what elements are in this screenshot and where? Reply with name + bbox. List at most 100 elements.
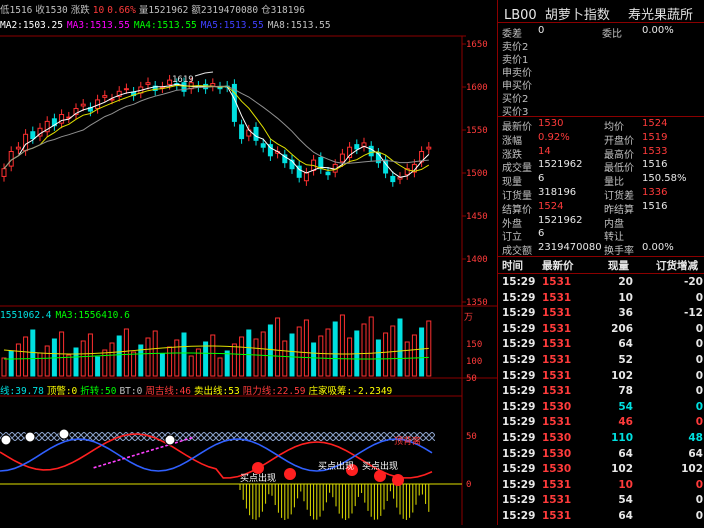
tick-change: 0 [695, 369, 703, 382]
candle-body [167, 79, 173, 85]
volume-bar [23, 336, 29, 377]
volume-bar [339, 314, 345, 377]
tick-header[interactable]: 订货增减 [656, 258, 698, 272]
tick-price: 1531 [542, 354, 572, 366]
instrument-name: 胡萝卜指数 [544, 8, 610, 23]
tick-volume: 64 [618, 447, 633, 460]
candle-body [339, 153, 345, 163]
volume-bar [37, 352, 43, 377]
volume-bar [116, 335, 122, 377]
book-row: 买价2 [502, 90, 528, 105]
quote-label-2: 最低价 [604, 163, 634, 175]
tick-price: 1530 [542, 400, 572, 413]
indicator-axis: 50 0 [466, 432, 477, 490]
tick-time: 15:29 [502, 276, 536, 288]
tick-price: 1531 [542, 510, 572, 522]
volume-bar [347, 337, 353, 377]
buy-signal-label-1: 买点出现 [240, 472, 276, 484]
volume-bar [419, 327, 425, 377]
candlestick-chart[interactable]: 1650 1600 1550 1500 1450 1400 1350 1619 150 100… [0, 0, 497, 525]
candle-body [390, 175, 396, 183]
tick-price: 1531 [542, 369, 572, 382]
candle-body [325, 171, 331, 176]
volume-bar [318, 335, 324, 377]
volume-bar [375, 339, 381, 377]
face-icon [0, 434, 12, 446]
candle-body [80, 103, 86, 107]
candle-body [303, 172, 309, 182]
quote-label-2: 昨结算 [604, 204, 634, 216]
candle-body [426, 146, 432, 150]
quote-value: 2319470080 [538, 242, 602, 254]
face-icon [58, 428, 70, 440]
quote-value-2: 0.00% [642, 242, 674, 254]
tick-row[interactable]: 15:29 1531 64 0 [498, 510, 704, 528]
quote-value-2: 1516 [642, 200, 668, 212]
chart-area[interactable]: 低1516 收1530 涨跌 10 0.66% 量1521962 额2319470080 仓3… [0, 0, 497, 525]
quote-label-2: 最高价 [604, 149, 634, 161]
candle-body [239, 124, 245, 140]
quote-label-2: 换手率 [604, 246, 634, 258]
peak-marker [194, 71, 214, 77]
tick-change: 0 [695, 400, 703, 413]
quote-value: 6 [538, 173, 545, 185]
quote-row: 外盘 1521962 内盘 [502, 215, 624, 230]
tick-header[interactable]: 时间 [502, 258, 523, 272]
tick-volume: 64 [618, 510, 633, 522]
candle-body [23, 133, 29, 152]
volume-bar [109, 342, 115, 377]
volume-bar [15, 343, 21, 377]
volume-bar [131, 351, 137, 377]
candle-body [210, 83, 216, 87]
tick-volume: 46 [618, 416, 633, 429]
volume-bar [217, 357, 223, 377]
tick-volume: 64 [618, 338, 633, 351]
tick-price: 1530 [542, 447, 572, 460]
volume-bar [275, 317, 281, 377]
volume-bar [44, 345, 50, 377]
volume-bar [383, 332, 389, 377]
book-label-2: 委比 [602, 29, 622, 40]
candle-body [354, 144, 360, 150]
exchange-name: 寿光果蔬所 [628, 8, 694, 23]
candle-body [30, 131, 36, 140]
quote-label-2: 开盘价 [604, 135, 634, 147]
quote-value-2: 1524 [642, 118, 668, 129]
quote-value: 318196 [538, 187, 577, 198]
quote-row: 涨幅 0.92% 开盘价 1519 [502, 132, 667, 147]
ma-line-gray [3, 85, 429, 170]
tick-price: 1531 [542, 338, 572, 351]
volume-bar [181, 332, 187, 377]
tick-time: 15:29 [502, 369, 536, 382]
book-row: 申买价 [502, 77, 532, 92]
volume-bar [289, 333, 295, 377]
quote-value: 14 [538, 145, 551, 157]
book-value: 0 [538, 25, 545, 36]
tick-change: 0 [695, 478, 703, 491]
volume-bars [1, 314, 432, 377]
volume-bar [174, 339, 180, 377]
tick-volume: 110 [611, 432, 633, 444]
sell-signal-label: 顶背离 [394, 435, 421, 447]
volume-tick-label: 150 [466, 340, 482, 350]
price-tick-label: 1600 [466, 83, 488, 93]
quote-value: 6 [538, 228, 545, 240]
volume-bar [102, 349, 108, 377]
tick-header[interactable]: 最新价 [542, 258, 574, 272]
indicator-tick-label: 0 [466, 480, 471, 490]
volume-bar [332, 321, 338, 377]
quote-panel: LB00 胡萝卜指数 寿光果蔬所 委差 0 委比 0.00% 卖价2 卖价1 申卖价 申买价买… [497, 0, 704, 525]
quote-value: 1521962 [538, 159, 583, 171]
quote-row: 订立 6 转让 [502, 228, 624, 243]
quote-label-2: 均价 [604, 122, 624, 133]
quote-label-2: 内盘 [604, 218, 624, 230]
volume-bar [66, 354, 72, 377]
tick-change: -12 [684, 307, 703, 320]
tick-header[interactable]: 现量 [608, 258, 629, 272]
quote-value: 1530 [538, 118, 564, 129]
quote-label-2: 量比 [604, 177, 624, 189]
tick-price: 1530 [542, 432, 572, 444]
volume-bar [311, 342, 317, 377]
tick-volume: 20 [618, 276, 633, 288]
candle-body [368, 145, 374, 157]
